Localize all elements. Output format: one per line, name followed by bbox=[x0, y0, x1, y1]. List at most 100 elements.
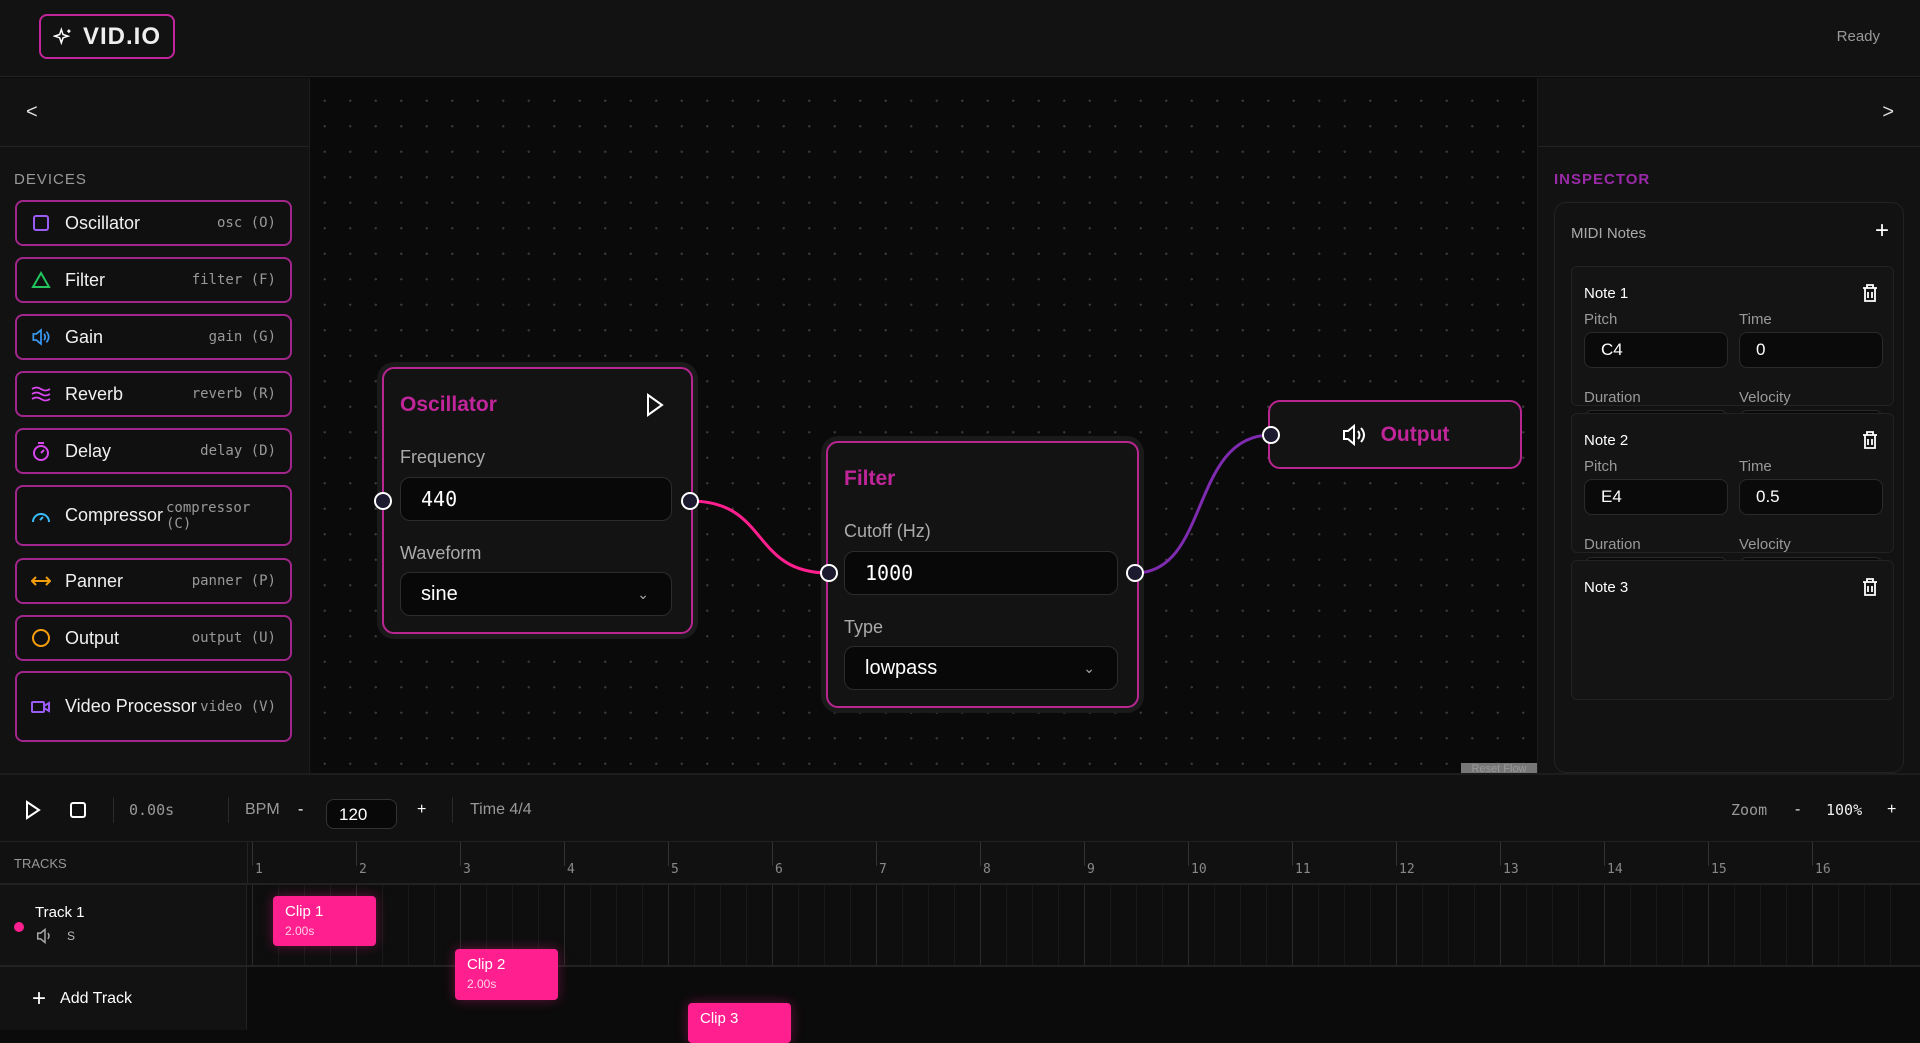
device-shortcut: compressor (C) bbox=[166, 499, 251, 532]
filter-node[interactable]: Filter Cutoff (Hz) 1000 Type lowpass ⌄ bbox=[826, 441, 1139, 708]
device-compressor[interactable]: Compressor compressor (C) bbox=[15, 485, 292, 546]
grid-line bbox=[954, 885, 955, 965]
grid-line bbox=[564, 885, 565, 965]
grid-line bbox=[980, 885, 981, 965]
zoom-label: Zoom bbox=[1731, 800, 1768, 819]
play-button[interactable] bbox=[24, 775, 42, 844]
node-title: Filter bbox=[844, 467, 896, 490]
trash-icon[interactable] bbox=[1861, 283, 1879, 308]
pitch-label: Pitch bbox=[1584, 311, 1618, 328]
device-shortcut: video (V) bbox=[200, 698, 276, 715]
connection-filter-output[interactable] bbox=[1134, 433, 1272, 575]
device-shortcut: panner (P) bbox=[191, 573, 276, 589]
grid-line bbox=[902, 885, 903, 965]
clip[interactable]: Clip 2 2.00s bbox=[455, 949, 558, 1000]
filter-output-handle[interactable] bbox=[1126, 564, 1144, 582]
solo-button[interactable]: S bbox=[67, 929, 75, 943]
bar-number: 2 bbox=[359, 862, 367, 877]
timeline-ruler[interactable]: TRACKS 1 2 3 4 5 6 7 8 9 10 11 12 13 14 15 16 bbox=[0, 842, 1920, 885]
bar-tick bbox=[356, 842, 357, 866]
device-video-processor[interactable]: Video Processor video (V) bbox=[15, 671, 292, 742]
bar-number: 12 bbox=[1399, 862, 1415, 877]
play-icon[interactable] bbox=[645, 393, 665, 417]
cutoff-input[interactable]: 1000 bbox=[844, 551, 1118, 595]
filter-input-handle[interactable] bbox=[820, 564, 838, 582]
trash-icon[interactable] bbox=[1861, 430, 1879, 455]
node-canvas[interactable]: Oscillator Frequency 440 Waveform sine ⌄ … bbox=[310, 78, 1537, 773]
bar-number: 3 bbox=[463, 862, 471, 877]
add-track-button[interactable]: + Add Track bbox=[0, 967, 247, 1030]
grid-line bbox=[928, 885, 929, 965]
add-track-label: Add Track bbox=[60, 989, 133, 1007]
bar-number: 16 bbox=[1815, 862, 1831, 877]
connection-osc-filter[interactable] bbox=[689, 499, 830, 575]
grid-line bbox=[1500, 885, 1501, 965]
track-color-dot bbox=[14, 922, 24, 932]
frequency-label: Frequency bbox=[400, 447, 486, 467]
output-input-handle[interactable] bbox=[1262, 426, 1280, 444]
add-note-button[interactable]: + bbox=[1875, 217, 1889, 245]
triangle-icon bbox=[31, 270, 51, 290]
device-name: Output bbox=[65, 627, 120, 648]
time-input[interactable]: 0 bbox=[1739, 332, 1883, 368]
bpm-increment-button[interactable]: + bbox=[417, 775, 426, 844]
device-delay[interactable]: Delay delay (D) bbox=[15, 428, 292, 474]
reset-flow-button[interactable]: Reset Flow bbox=[1461, 763, 1537, 773]
note-title: Note 3 bbox=[1584, 579, 1629, 596]
clip[interactable]: Clip 1 2.00s bbox=[273, 896, 376, 946]
oscillator-output-handle[interactable] bbox=[681, 492, 699, 510]
stop-button[interactable] bbox=[69, 775, 87, 844]
device-panner[interactable]: Panner panner (P) bbox=[15, 558, 292, 604]
oscillator-node[interactable]: Oscillator Frequency 440 Waveform sine ⌄ bbox=[382, 367, 693, 634]
track-header[interactable]: Track 1 S bbox=[0, 885, 247, 965]
device-output[interactable]: Output output (U) bbox=[15, 615, 292, 661]
grid-line bbox=[1396, 885, 1397, 965]
midi-notes-title: MIDI Notes bbox=[1571, 225, 1647, 242]
grid-line bbox=[1708, 885, 1709, 965]
pitch-input[interactable]: E4 bbox=[1584, 479, 1728, 515]
timer-icon bbox=[31, 441, 51, 461]
device-gain[interactable]: Gain gain (G) bbox=[15, 314, 292, 360]
grid-line bbox=[1604, 885, 1605, 965]
type-select[interactable]: lowpass ⌄ bbox=[844, 646, 1118, 690]
logo[interactable]: VID.IO bbox=[39, 14, 175, 59]
zoom-out-button[interactable]: - bbox=[1795, 775, 1800, 844]
grid-line bbox=[1006, 885, 1007, 965]
bar-number: 8 bbox=[983, 862, 991, 877]
clip[interactable]: Clip 3 bbox=[688, 1003, 791, 1043]
app-header: VID.IO Ready bbox=[0, 0, 1920, 77]
device-filter[interactable]: Filter filter (F) bbox=[15, 257, 292, 303]
mute-speaker-icon[interactable] bbox=[35, 928, 55, 944]
bpm-input[interactable]: 120 bbox=[326, 799, 397, 829]
frequency-input[interactable]: 440 bbox=[400, 477, 672, 521]
device-shortcut: delay (D) bbox=[200, 443, 276, 459]
device-oscillator[interactable]: Oscillator osc (O) bbox=[15, 200, 292, 246]
note-card: Note 3 bbox=[1571, 560, 1894, 700]
grid-line bbox=[1760, 885, 1761, 965]
output-node[interactable]: Output bbox=[1268, 400, 1522, 469]
time-input[interactable]: 0.5 bbox=[1739, 479, 1883, 515]
waveform-select[interactable]: sine ⌄ bbox=[400, 572, 672, 616]
speaker-icon bbox=[31, 327, 51, 347]
grid-line bbox=[850, 885, 851, 965]
oscillator-input-handle[interactable] bbox=[374, 492, 392, 510]
grid-line bbox=[1318, 885, 1319, 965]
bpm-decrement-button[interactable]: - bbox=[298, 775, 303, 844]
zoom-in-button[interactable]: + bbox=[1887, 775, 1896, 844]
collapse-left-button[interactable]: < bbox=[0, 78, 309, 147]
trash-icon[interactable] bbox=[1861, 577, 1879, 602]
pitch-input[interactable]: C4 bbox=[1584, 332, 1728, 368]
devices-heading: DEVICES bbox=[14, 171, 87, 188]
arrows-horizontal-icon bbox=[31, 571, 51, 591]
bar-number: 10 bbox=[1191, 862, 1207, 877]
collapse-right-button[interactable]: > bbox=[1538, 78, 1920, 147]
grid-line bbox=[1058, 885, 1059, 965]
grid-line bbox=[1578, 885, 1579, 965]
device-reverb[interactable]: Reverb reverb (R) bbox=[15, 371, 292, 417]
grid-line bbox=[1786, 885, 1787, 965]
grid-line bbox=[694, 885, 695, 965]
bar-tick bbox=[668, 842, 669, 866]
grid-line bbox=[1448, 885, 1449, 965]
bar-tick bbox=[1500, 842, 1501, 866]
device-shortcut: gain (G) bbox=[208, 329, 276, 345]
